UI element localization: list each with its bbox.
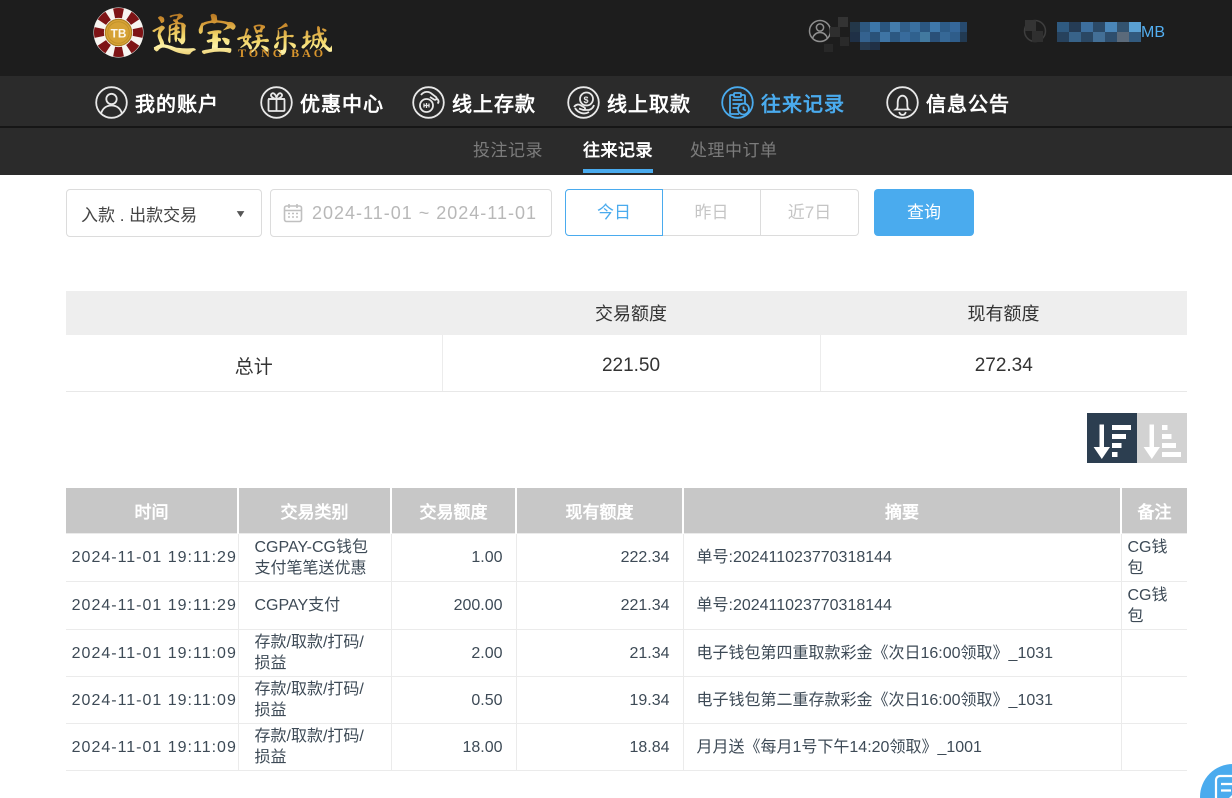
svg-text:MB: MB xyxy=(1141,24,1165,41)
svg-text:TB: TB xyxy=(111,27,127,40)
svg-text:$: $ xyxy=(583,95,589,105)
